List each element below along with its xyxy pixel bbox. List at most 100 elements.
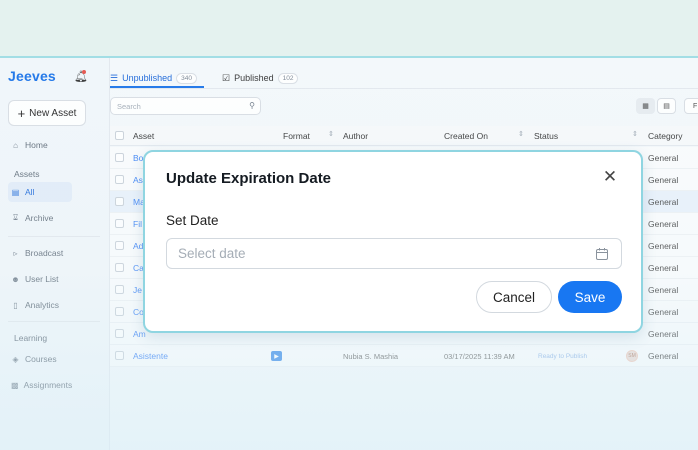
- sidebar-item-label: All: [25, 187, 35, 197]
- home-icon: ⌂: [13, 140, 18, 150]
- sidebar: Jeeves 🔔︎ + New Asset ⌂ Home Assets ▤ Al…: [0, 58, 110, 450]
- category-cell: General: [648, 307, 679, 317]
- list-view-button[interactable]: ▤: [657, 98, 676, 114]
- save-button[interactable]: Save: [558, 281, 622, 313]
- avatar: SM: [626, 350, 638, 362]
- tab-count: 340: [176, 72, 197, 84]
- set-date-label: Set Date: [166, 213, 219, 228]
- row-checkbox[interactable]: [115, 285, 124, 294]
- row-checkbox[interactable]: [115, 329, 124, 338]
- asset-link[interactable]: As: [133, 175, 143, 185]
- asset-link[interactable]: Asistente: [133, 351, 168, 361]
- category-cell: General: [648, 285, 679, 295]
- sidebar-item-user-list[interactable]: ☻ User List: [8, 269, 72, 289]
- category-cell: General: [648, 351, 679, 361]
- sort-icon[interactable]: ⇕: [518, 130, 524, 138]
- update-expiration-dialog: Update Expiration Date ✕ Set Date Cancel…: [143, 150, 643, 333]
- clipboard-icon: ▩: [11, 380, 19, 390]
- tab-label: Unpublished: [122, 73, 173, 83]
- column-header-asset[interactable]: Asset: [133, 131, 154, 141]
- author-cell: Nubia S. Mashia: [343, 352, 399, 361]
- notification-dot: [82, 70, 86, 74]
- column-header-format[interactable]: Format: [283, 131, 310, 141]
- row-checkbox[interactable]: [115, 219, 124, 228]
- sidebar-item-archive[interactable]: ⌛︎ Archive: [8, 208, 72, 228]
- top-band: [0, 0, 698, 56]
- broadcast-icon: ▹: [13, 248, 18, 258]
- sidebar-item-all[interactable]: ▤ All: [8, 182, 72, 202]
- category-cell: General: [648, 241, 679, 251]
- new-asset-label: New Asset: [29, 107, 77, 119]
- category-cell: General: [648, 153, 679, 163]
- close-icon[interactable]: ✕: [600, 167, 620, 187]
- row-checkbox[interactable]: [115, 241, 124, 250]
- category-cell: General: [648, 219, 679, 229]
- row-checkbox[interactable]: [115, 153, 124, 162]
- section-label-assets: Assets: [14, 169, 40, 179]
- search-input[interactable]: Search ⚲: [110, 97, 261, 115]
- column-header-status[interactable]: Status: [534, 131, 558, 141]
- status-badge: Ready to Publish: [538, 353, 588, 360]
- asset-link[interactable]: Je: [133, 285, 142, 295]
- bar-chart-icon: ▯: [13, 300, 18, 310]
- list-check-icon: ☰: [110, 72, 119, 83]
- sidebar-divider: [8, 321, 100, 322]
- sidebar-item-label: User List: [25, 274, 59, 284]
- column-header-category[interactable]: Category: [648, 131, 683, 141]
- asset-link[interactable]: Am: [133, 329, 146, 339]
- sidebar-item-label: Archive: [25, 213, 54, 223]
- sidebar-item-label: Courses: [25, 354, 57, 364]
- select-all-checkbox[interactable]: [115, 131, 124, 140]
- video-icon: ▶: [271, 351, 282, 361]
- sidebar-divider: [8, 236, 100, 237]
- users-icon: ☻: [11, 274, 20, 284]
- asset-link[interactable]: Bo: [133, 153, 143, 163]
- dialog-title: Update Expiration Date: [166, 170, 332, 187]
- graduation-cap-icon: ◈: [12, 354, 19, 364]
- category-cell: General: [648, 197, 679, 207]
- category-cell: General: [648, 263, 679, 273]
- table-header: Asset Format ⇕ Author Created On ⇕ Statu…: [110, 126, 698, 146]
- table-icon: ▤: [663, 103, 670, 110]
- list-icon: ▤: [11, 187, 20, 197]
- asset-link[interactable]: Ad: [133, 241, 143, 251]
- new-asset-button[interactable]: + New Asset: [8, 100, 86, 126]
- hourglass-icon: ⌛︎: [12, 213, 19, 222]
- column-header-author[interactable]: Author: [343, 131, 368, 141]
- sidebar-item-analytics[interactable]: ▯ Analytics: [8, 295, 72, 315]
- sort-icon[interactable]: ⇕: [632, 130, 638, 138]
- tab-label: Published: [234, 73, 274, 83]
- row-checkbox[interactable]: [115, 175, 124, 184]
- sidebar-item-label: Broadcast: [25, 248, 64, 258]
- sidebar-item-label: Analytics: [25, 300, 60, 310]
- asset-link[interactable]: Fil: [133, 219, 142, 229]
- sidebar-item-broadcast[interactable]: ▹ Broadcast: [8, 243, 72, 263]
- section-label-learning: Learning: [14, 333, 48, 343]
- sidebar-item-label: Home: [25, 140, 48, 150]
- grid-view-button[interactable]: ▦: [636, 98, 655, 114]
- check-circle-icon: ☑: [222, 72, 231, 83]
- row-checkbox[interactable]: [115, 197, 124, 206]
- tabs-divider: [110, 88, 698, 89]
- tab-published[interactable]: ☑ Published 102: [222, 67, 299, 89]
- sort-icon[interactable]: ⇕: [328, 130, 334, 138]
- created-on-cell: 03/17/2025 11:39 AM: [444, 352, 515, 361]
- search-icon: ⚲: [249, 101, 255, 110]
- date-input[interactable]: [166, 238, 622, 269]
- column-header-created-on[interactable]: Created On: [444, 131, 488, 141]
- filter-button[interactable]: F: [684, 98, 698, 114]
- category-cell: General: [648, 175, 679, 185]
- sidebar-item-assignments[interactable]: ▩ Assignments: [8, 375, 72, 395]
- sidebar-item-courses[interactable]: ◈ Courses: [8, 349, 72, 369]
- calendar-icon[interactable]: [595, 247, 609, 261]
- cancel-button[interactable]: Cancel: [476, 281, 552, 313]
- sidebar-item-home[interactable]: ⌂ Home: [8, 135, 72, 155]
- search-placeholder: Search: [117, 101, 141, 111]
- app-logo: Jeeves: [8, 68, 56, 84]
- row-checkbox[interactable]: [115, 351, 124, 360]
- grid-icon: ▦: [642, 103, 649, 110]
- plus-icon: +: [17, 105, 26, 121]
- row-checkbox[interactable]: [115, 263, 124, 272]
- table-row[interactable]: Asistente ▶ Nubia S. Mashia 03/17/2025 1…: [110, 345, 698, 367]
- row-checkbox[interactable]: [115, 307, 124, 316]
